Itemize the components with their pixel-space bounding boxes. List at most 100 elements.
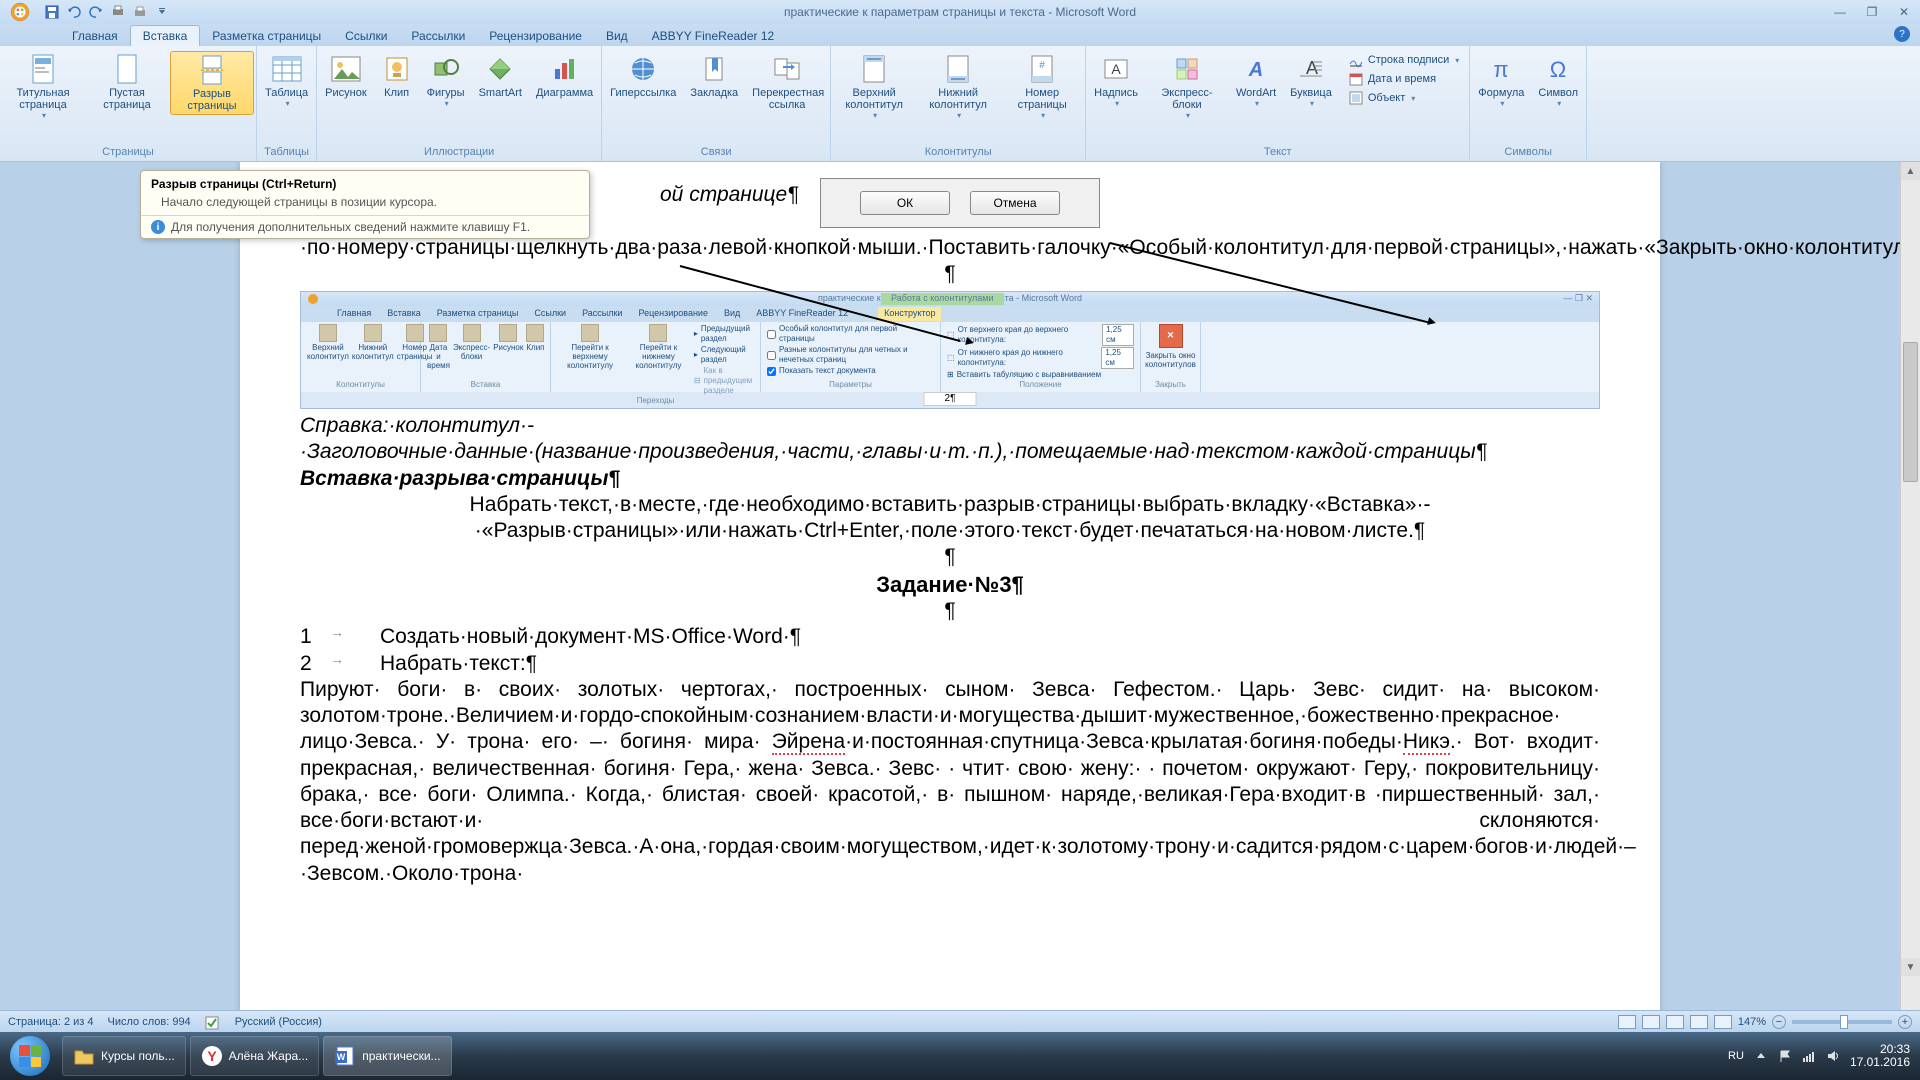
print-preview-icon[interactable] <box>110 4 126 20</box>
view-draft-icon[interactable] <box>1714 1015 1732 1029</box>
tray-flag-icon[interactable] <box>1778 1049 1792 1063</box>
header-button[interactable]: Верхний колонтитул▾ <box>833 51 915 122</box>
zoom-out-icon[interactable]: − <box>1772 1015 1786 1029</box>
tab-abbyy[interactable]: ABBYY FineReader 12 <box>640 26 787 46</box>
embedded-screenshot: практические к параметрам страницы и тек… <box>300 291 1600 409</box>
status-words[interactable]: Число слов: 994 <box>108 1016 191 1028</box>
minimize-button[interactable]: — <box>1828 4 1852 20</box>
doc-p3: ¶ <box>300 261 1600 287</box>
blank-page-button[interactable]: Пустая страница <box>86 51 168 113</box>
page-number-icon: # <box>1026 53 1058 85</box>
dropcap-button[interactable]: A Буквица▾ <box>1284 51 1338 110</box>
view-outline-icon[interactable] <box>1690 1015 1708 1029</box>
table-button[interactable]: Таблица▾ <box>259 51 314 110</box>
shapes-button[interactable]: Фигуры▾ <box>421 51 471 110</box>
cover-page-button[interactable]: Титульная страница▾ <box>2 51 84 122</box>
clip-icon <box>381 53 413 85</box>
symbol-button[interactable]: Ω Символ▾ <box>1532 51 1584 110</box>
wordart-button[interactable]: A WordArt▾ <box>1230 51 1282 110</box>
scroll-thumb[interactable] <box>1903 342 1918 482</box>
ok-button[interactable]: ОК <box>860 191 950 215</box>
taskbar-item-word[interactable]: W практически... <box>323 1036 451 1076</box>
smartart-button[interactable]: SmartArt <box>473 51 528 101</box>
view-print-layout-icon[interactable] <box>1618 1015 1636 1029</box>
view-web-icon[interactable] <box>1666 1015 1684 1029</box>
zoom-in-icon[interactable]: + <box>1898 1015 1912 1029</box>
status-lang[interactable]: Русский (Россия) <box>235 1016 322 1028</box>
redo-icon[interactable] <box>88 4 104 20</box>
titlebar: практические к параметрам страницы и тек… <box>0 0 1920 24</box>
tray-network-icon[interactable] <box>1802 1049 1816 1063</box>
tab-mailings[interactable]: Рассылки <box>399 26 477 46</box>
tab-review[interactable]: Рецензирование <box>477 26 594 46</box>
save-icon[interactable] <box>44 4 60 20</box>
svg-text:W: W <box>337 1052 346 1062</box>
hyperlink-button[interactable]: Гиперссылка <box>604 51 682 101</box>
page-number-button[interactable]: # Номер страницы▾ <box>1001 51 1083 122</box>
tab-home[interactable]: Главная <box>60 26 130 46</box>
tray-volume-icon[interactable] <box>1826 1049 1840 1063</box>
picture-button[interactable]: Рисунок <box>319 51 373 101</box>
textbox-icon: A <box>1100 53 1132 85</box>
vertical-scrollbar[interactable]: ▲ ▼ <box>1900 162 1920 1012</box>
close-button[interactable]: ✕ <box>1892 4 1916 20</box>
footer-icon <box>942 53 974 85</box>
status-spell-icon[interactable] <box>205 1014 221 1030</box>
taskbar-item-yandex[interactable]: Y Алёна Жара... <box>190 1036 320 1076</box>
text-stack: Строка подписи▾ Дата и время Объект▾ <box>1340 51 1467 107</box>
tab-references[interactable]: Ссылки <box>333 26 399 46</box>
document-page[interactable]: ой странице¶ Вставить·номер·–·по·номеру·… <box>240 162 1660 1012</box>
scroll-up-icon[interactable]: ▲ <box>1901 162 1920 180</box>
cancel-button[interactable]: Отмена <box>970 191 1060 215</box>
zoom-slider[interactable] <box>1792 1020 1892 1024</box>
group-text-label: Текст <box>1088 144 1467 161</box>
tab-view[interactable]: Вид <box>594 26 640 46</box>
group-headers: Верхний колонтитул▾ Нижний колонтитул▾ #… <box>831 46 1086 161</box>
quickparts-button[interactable]: Экспресс-блоки▾ <box>1146 51 1228 122</box>
chart-button[interactable]: Диаграмма <box>530 51 599 101</box>
quick-print-icon[interactable] <box>132 4 148 20</box>
doc-p9: ¶ <box>300 598 1600 624</box>
bookmark-button[interactable]: Закладка <box>684 51 744 101</box>
date-time-button[interactable]: Дата и время <box>1344 70 1463 88</box>
quick-access-toolbar <box>44 4 170 20</box>
office-button[interactable] <box>0 0 40 24</box>
taskbar-item-explorer[interactable]: Курсы поль... <box>62 1036 186 1076</box>
clip-button[interactable]: Клип <box>375 51 419 101</box>
tray-clock[interactable]: 20:33 17.01.2016 <box>1850 1043 1910 1069</box>
view-reading-icon[interactable] <box>1642 1015 1660 1029</box>
svg-text:#: # <box>1039 60 1045 71</box>
textbox-button[interactable]: A Надпись▾ <box>1088 51 1144 110</box>
qat-dropdown-icon[interactable] <box>154 4 170 20</box>
tab-page-layout[interactable]: Разметка страницы <box>200 26 333 46</box>
group-illustrations: Рисунок Клип Фигуры▾ SmartArt Диаграмма … <box>317 46 602 161</box>
object-button[interactable]: Объект▾ <box>1344 89 1463 107</box>
tray-lang[interactable]: RU <box>1728 1050 1744 1062</box>
signature-line-button[interactable]: Строка подписи▾ <box>1344 51 1463 69</box>
group-links-label: Связи <box>604 144 828 161</box>
footer-button[interactable]: Нижний колонтитул▾ <box>917 51 999 122</box>
crossref-button[interactable]: Перекрестная ссылка <box>746 51 828 113</box>
cover-page-icon <box>27 53 59 85</box>
group-tables-label: Таблицы <box>259 144 314 161</box>
dialog-ok-cancel: ОК Отмена <box>820 178 1100 228</box>
start-button[interactable] <box>0 1032 60 1080</box>
page-break-button[interactable]: Разрыв страницы <box>170 51 254 115</box>
tooltip-footer: i Для получения дополнительных сведений … <box>141 215 589 238</box>
quickparts-icon <box>1171 53 1203 85</box>
tray-show-hidden-icon[interactable] <box>1754 1049 1768 1063</box>
help-icon[interactable]: ? <box>1894 26 1910 42</box>
windows-logo-icon <box>10 1036 50 1076</box>
equation-button[interactable]: π Формула▾ <box>1472 51 1530 110</box>
undo-icon[interactable] <box>66 4 82 20</box>
status-page[interactable]: Страница: 2 из 4 <box>8 1016 94 1028</box>
group-symbols: π Формула▾ Ω Символ▾ Символы <box>1470 46 1587 161</box>
maximize-button[interactable]: ❐ <box>1860 4 1884 20</box>
doc-list2: 2→Набрать·текст:¶ <box>300 651 1600 677</box>
scroll-down-icon[interactable]: ▼ <box>1901 958 1920 976</box>
zoom-value[interactable]: 147% <box>1738 1016 1766 1028</box>
svg-text:A: A <box>1111 61 1121 77</box>
tab-insert[interactable]: Вставка <box>130 25 201 46</box>
document-content[interactable]: ой странице¶ Вставить·номер·–·по·номеру·… <box>300 182 1600 887</box>
emb-close-icon: ✕ <box>1159 324 1183 348</box>
